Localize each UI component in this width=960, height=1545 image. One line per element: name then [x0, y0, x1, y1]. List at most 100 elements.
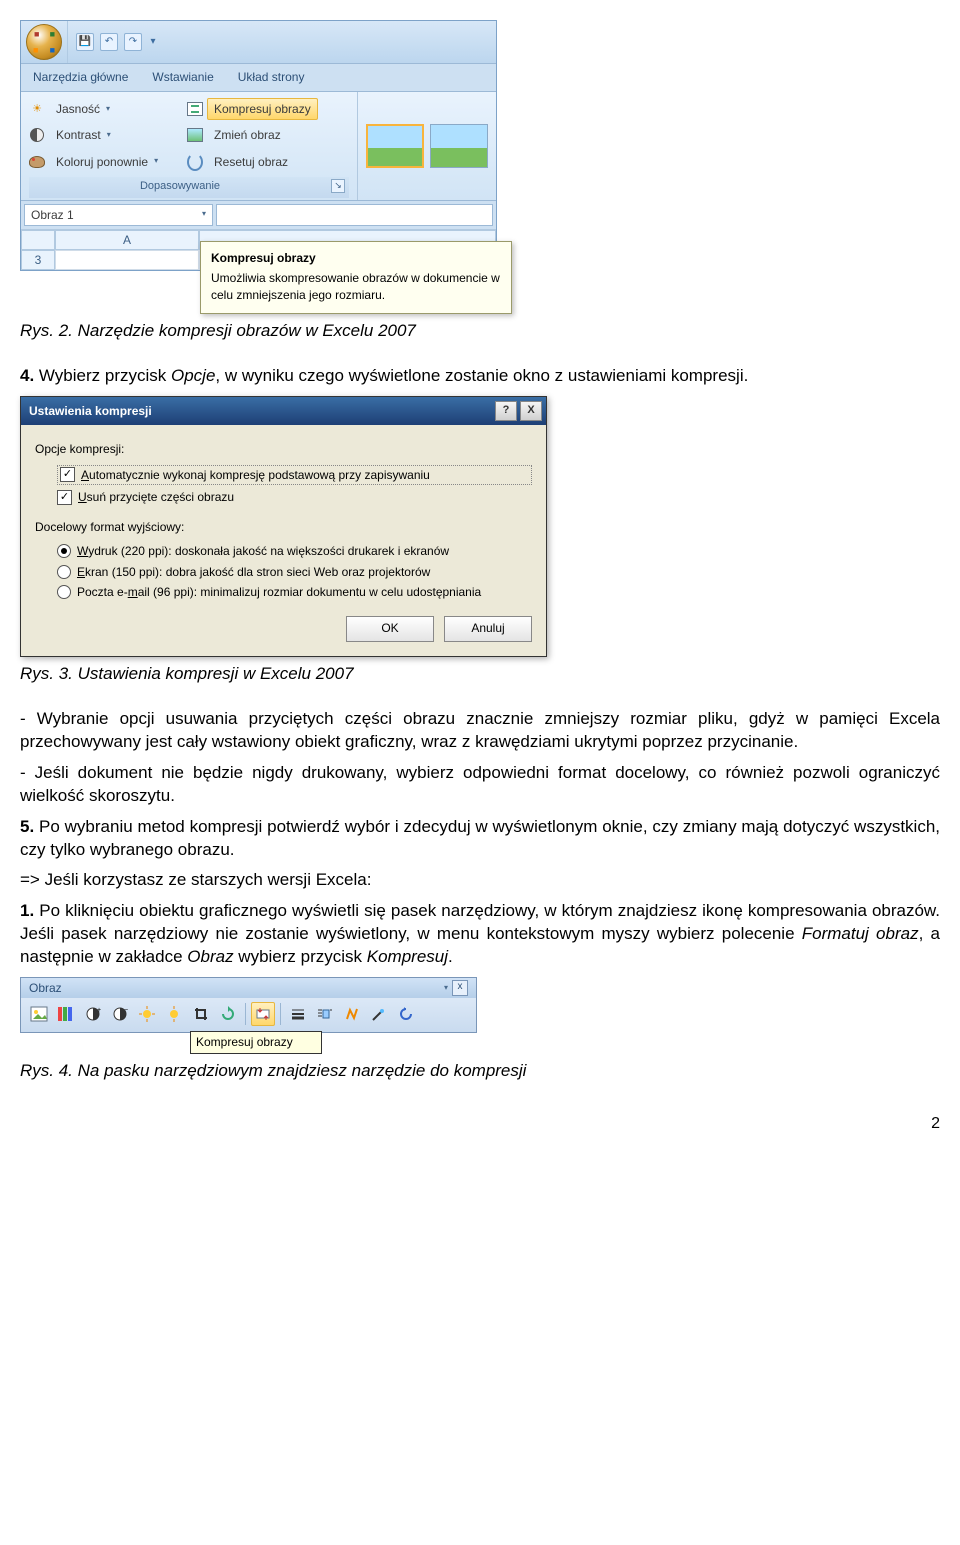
paragraph-bullet1: - Wybranie opcji usuwania przyciętych cz…: [20, 708, 940, 754]
compression-settings-dialog: Ustawienia kompresji ? X Opcje kompresji…: [20, 396, 547, 657]
paragraph-bullet2: - Jeśli dokument nie będzie nigdy drukow…: [20, 762, 940, 808]
ok-button[interactable]: OK: [346, 616, 434, 642]
paragraph-older-step1: 1. Po kliknięciu obiektu graficznego wyś…: [20, 900, 940, 969]
adjust-group: ☀Jasność▾ Kontrast▾ Koloruj ponownie▾ Ko…: [21, 92, 358, 199]
separator: [245, 1003, 246, 1025]
color-icon[interactable]: [54, 1002, 78, 1026]
brightness-button[interactable]: Jasność▾: [49, 98, 117, 120]
dialog-help-button[interactable]: ?: [495, 401, 517, 421]
crop-icon[interactable]: [189, 1002, 213, 1026]
radio-icon: [57, 544, 71, 558]
insert-picture-icon[interactable]: [27, 1002, 51, 1026]
contrast-icon: [29, 127, 45, 143]
separator: [280, 1003, 281, 1025]
contrast-button[interactable]: Kontrast▾: [49, 124, 118, 146]
office-button[interactable]: ■■■■: [21, 21, 67, 63]
toolbar-title: Obraz: [29, 980, 62, 996]
compress-pictures-icon[interactable]: [251, 1002, 275, 1026]
less-brightness-icon[interactable]: [162, 1002, 186, 1026]
svg-text:+: +: [97, 1007, 101, 1014]
paragraph-step5: 5. Po wybraniu metod kompresji potwierdź…: [20, 816, 940, 862]
cell[interactable]: [55, 250, 199, 270]
checkbox-icon: ✓: [60, 467, 75, 482]
reset-picture-button[interactable]: Resetuj obraz: [207, 151, 295, 173]
qat-undo-icon[interactable]: ↶: [100, 33, 118, 51]
checkbox-icon: ✓: [57, 490, 72, 505]
more-contrast-icon[interactable]: +: [81, 1002, 105, 1026]
rotate-icon[interactable]: [216, 1002, 240, 1026]
chevron-down-icon: ▾: [202, 209, 206, 220]
compress-pictures-icon: [187, 101, 203, 117]
style-thumbnail[interactable]: [366, 124, 424, 168]
qat-dropdown-icon[interactable]: ▾: [148, 34, 158, 50]
page-number: 2: [20, 1113, 940, 1135]
compress-pictures-button[interactable]: Kompresuj obrazy: [207, 98, 318, 120]
toolbar-tooltip: Kompresuj obrazy: [190, 1031, 322, 1053]
radio-label: Wydruk (220 ppi): doskonała jakość na wi…: [77, 543, 449, 559]
reset-picture-icon: [187, 154, 203, 170]
tab-insert[interactable]: Wstawianie: [140, 64, 225, 91]
tooltip-compress: Kompresuj obrazy Umożliwia skompresowani…: [200, 241, 512, 314]
checkbox-label: Automatycznie wykonaj kompresję podstawo…: [81, 467, 430, 483]
picture-styles-group: [358, 92, 496, 199]
ribbon-top-row: ■■■■ 💾 ↶ ↷ ▾: [21, 21, 496, 64]
paragraph-step4: 4. Wybierz przycisk Opcje, w wyniku czeg…: [20, 365, 940, 388]
more-brightness-icon[interactable]: [135, 1002, 159, 1026]
name-box[interactable]: Obraz 1▾: [24, 204, 213, 226]
toolbar-titlebar: Obraz ▾ x: [21, 978, 476, 998]
checkbox-delete-cropped[interactable]: ✓ Usuń przycięte części obrazu: [57, 489, 532, 505]
qat-redo-icon[interactable]: ↷: [124, 33, 142, 51]
figure-caption: Rys. 4. Na pasku narzędziowym znajdziesz…: [20, 1060, 940, 1083]
reset-picture-icon[interactable]: [394, 1002, 418, 1026]
format-picture-icon[interactable]: [340, 1002, 364, 1026]
svg-text:−: −: [124, 1007, 128, 1014]
toolbar-buttons: + −: [21, 998, 476, 1032]
radio-email[interactable]: Poczta e-mail (96 ppi): minimalizuj rozm…: [57, 584, 532, 600]
ribbon-body: ☀Jasność▾ Kontrast▾ Koloruj ponownie▾ Ko…: [21, 92, 496, 199]
section-label: Docelowy format wyjściowy:: [35, 519, 532, 535]
text-wrapping-icon[interactable]: [313, 1002, 337, 1026]
recolor-button[interactable]: Koloruj ponownie▾: [49, 151, 165, 173]
dialog-title: Ustawienia kompresji: [29, 403, 152, 419]
tab-home[interactable]: Narzędzia główne: [21, 64, 140, 91]
figure-caption: Rys. 3. Ustawienia kompresji w Excelu 20…: [20, 663, 940, 686]
line-style-icon[interactable]: [286, 1002, 310, 1026]
set-transparent-icon[interactable]: [367, 1002, 391, 1026]
radio-icon: [57, 565, 71, 579]
change-picture-icon: [187, 127, 203, 143]
figure-caption: Rys. 2. Narzędzie kompresji obrazów w Ex…: [20, 320, 940, 343]
cancel-button[interactable]: Anuluj: [444, 616, 532, 642]
select-all-corner[interactable]: [21, 230, 55, 250]
chevron-down-icon: ▾: [107, 130, 111, 141]
formula-bar-row: Obraz 1▾: [21, 200, 496, 229]
brightness-icon: ☀: [29, 101, 45, 117]
paragraph-older-heading: => Jeśli korzystasz ze starszych wersji …: [20, 869, 940, 892]
checkbox-auto-compress[interactable]: ✓ Automatycznie wykonaj kompresję podsta…: [57, 465, 532, 485]
radio-screen[interactable]: Ekran (150 ppi): dobra jakość dla stron …: [57, 564, 532, 580]
style-thumbnail[interactable]: [430, 124, 488, 168]
tooltip-body: Umożliwia skompresowanie obrazów w dokum…: [211, 270, 501, 302]
excel-ribbon-screenshot: ■■■■ 💾 ↶ ↷ ▾ Narzędzia główne Wstawianie…: [20, 20, 497, 271]
radio-print[interactable]: Wydruk (220 ppi): doskonała jakość na wi…: [57, 543, 532, 559]
toolbar-options-dropdown[interactable]: ▾: [444, 983, 448, 994]
chevron-down-icon: ▾: [106, 104, 110, 115]
change-picture-button[interactable]: Zmień obraz: [207, 124, 288, 146]
less-contrast-icon[interactable]: −: [108, 1002, 132, 1026]
row-header-3[interactable]: 3: [21, 250, 55, 270]
formula-bar[interactable]: [216, 204, 493, 226]
section-label: Opcje kompresji:: [35, 441, 532, 457]
toolbar-close-button[interactable]: x: [452, 980, 468, 996]
picture-toolbar-screenshot: Obraz ▾ x + − Kompresuj obrazy: [20, 977, 477, 1053]
radio-label: Ekran (150 ppi): dobra jakość dla stron …: [77, 564, 430, 580]
quick-access-toolbar: 💾 ↶ ↷ ▾: [67, 21, 166, 63]
tab-page-layout[interactable]: Układ strony: [226, 64, 317, 91]
radio-icon: [57, 585, 71, 599]
tooltip-title: Kompresuj obrazy: [211, 250, 501, 266]
group-launcher-icon[interactable]: ↘: [331, 179, 345, 193]
chevron-down-icon: ▾: [154, 156, 158, 167]
group-label: Dopasowywanie↘: [29, 177, 349, 198]
dialog-close-button[interactable]: X: [520, 401, 542, 421]
qat-save-icon[interactable]: 💾: [76, 33, 94, 51]
column-header-a[interactable]: A: [55, 230, 199, 250]
ribbon-tabs: Narzędzia główne Wstawianie Układ strony: [21, 64, 496, 92]
